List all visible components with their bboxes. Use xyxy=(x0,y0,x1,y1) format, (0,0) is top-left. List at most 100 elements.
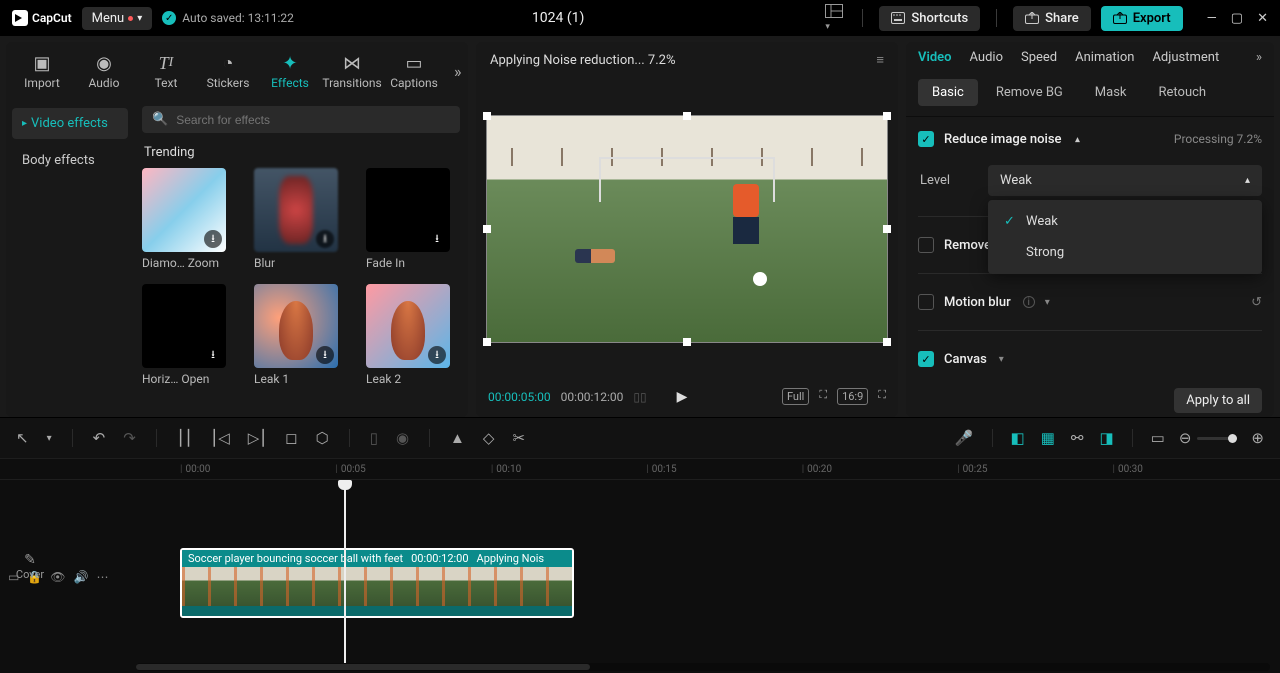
shortcuts-button[interactable]: Shortcuts xyxy=(879,6,980,31)
cover-button[interactable]: Cover xyxy=(10,552,50,581)
subtab-basic[interactable]: Basic xyxy=(918,79,978,106)
speaker-icon[interactable]: 🔊 xyxy=(74,570,89,584)
maximize-button[interactable]: ▢ xyxy=(1231,11,1243,26)
zoom-fit-icon[interactable]: ⊕ xyxy=(1249,427,1266,449)
rotate-tool[interactable]: ◇ xyxy=(481,427,497,449)
zoom-out-icon[interactable]: ⊖ xyxy=(1179,429,1192,447)
download-icon[interactable]: ⭳ xyxy=(204,230,222,248)
subtab-mask[interactable]: Mask xyxy=(1081,79,1141,106)
level-dropdown[interactable]: Weak ▴ ✓ Weak Strong xyxy=(988,165,1262,196)
collapse-icon[interactable]: ▾ xyxy=(1075,134,1080,145)
marker-tool[interactable]: ⬡ xyxy=(314,427,331,449)
zoom-slider[interactable]: ⊖ xyxy=(1179,429,1238,447)
undo-button[interactable]: ↶ xyxy=(91,427,108,449)
crop-tool[interactable]: ◻ xyxy=(283,427,299,449)
inspector-expand-icon[interactable]: » xyxy=(1256,50,1262,65)
subtab-retouch[interactable]: Retouch xyxy=(1145,79,1221,106)
motion-blur-checkbox[interactable] xyxy=(918,294,934,310)
compare-icon[interactable]: ▯▯ xyxy=(633,390,646,404)
subtab-remove-bg[interactable]: Remove BG xyxy=(982,79,1077,106)
layout-icon[interactable]: ▾ xyxy=(822,1,846,36)
apply-to-all-button[interactable]: Apply to all xyxy=(1174,388,1262,413)
fullscreen-icon[interactable]: ⛶ xyxy=(878,388,886,405)
download-icon[interactable]: ⭳ xyxy=(204,346,222,364)
speed-tool[interactable]: ◉ xyxy=(394,427,411,449)
effect-leak-1[interactable]: ⭳ Leak 1 xyxy=(254,284,348,386)
titlebar: CapCut Menu ▾ ✓ Auto saved: 13:11:22 102… xyxy=(0,0,1280,36)
effect-horiz-open[interactable]: ⭳ Horiz… Open xyxy=(142,284,236,386)
search-field[interactable] xyxy=(176,113,450,127)
ratio-button[interactable]: 16:9 xyxy=(837,388,868,405)
pointer-dropdown[interactable]: ▾ xyxy=(45,431,54,446)
media-tab-stickers[interactable]: ◔Stickers xyxy=(200,48,256,94)
preview-menu-icon[interactable]: ≡ xyxy=(876,52,884,68)
track-toggle-icon[interactable]: ▭ xyxy=(1149,427,1167,449)
split-tool[interactable]: ⎮⎮ xyxy=(175,427,195,449)
itab-speed[interactable]: Speed xyxy=(1021,50,1057,65)
level-option-weak[interactable]: ✓ Weak xyxy=(994,206,1256,237)
info-icon[interactable]: i xyxy=(1023,296,1035,308)
sidebar-item-body-effects[interactable]: Body effects xyxy=(12,145,128,176)
sidebar-item-video-effects[interactable]: Video effects xyxy=(12,108,128,139)
frame-tool[interactable]: ▯ xyxy=(368,427,380,449)
chevron-down-icon[interactable]: ▾ xyxy=(1045,297,1050,308)
minimize-button[interactable]: — xyxy=(1207,11,1217,26)
magnet-left-icon[interactable]: ◧ xyxy=(1009,427,1027,449)
crop2-tool[interactable]: ✂ xyxy=(510,427,527,449)
effect-diamond-zoom[interactable]: ⭳ Diamo… Zoom xyxy=(142,168,236,270)
reduce-noise-checkbox[interactable]: ✓ xyxy=(918,131,934,147)
expand-tabs-icon[interactable]: » xyxy=(448,62,468,81)
media-tab-effects[interactable]: ✦Effects xyxy=(262,48,318,94)
video-clip[interactable]: Soccer player bouncing soccer ball with … xyxy=(180,548,574,618)
media-tab-text[interactable]: TIText xyxy=(138,48,194,94)
timeline-ruler[interactable]: 00:00 00:05 00:10 00:15 00:20 00:25 00:3… xyxy=(0,458,1280,480)
itab-adjustment[interactable]: Adjustment xyxy=(1152,50,1219,65)
share-button[interactable]: Share xyxy=(1013,6,1091,31)
media-tab-captions[interactable]: ▭Captions xyxy=(386,48,442,94)
itab-audio[interactable]: Audio xyxy=(970,50,1003,65)
download-icon[interactable]: ⭳ xyxy=(316,346,334,364)
itab-video[interactable]: Video xyxy=(918,50,952,65)
chevron-down-icon[interactable]: ▾ xyxy=(999,354,1004,365)
frame-icon[interactable]: ⛶ xyxy=(819,388,827,405)
download-icon[interactable]: ⭳ xyxy=(428,230,446,248)
check-icon: ✓ xyxy=(162,11,176,25)
download-icon[interactable]: ⭳ xyxy=(428,346,446,364)
timeline-tracks[interactable]: Cover Soccer player bouncing soccer ball… xyxy=(136,480,1280,673)
timeline-area: ↖ ▾ ↶ ↷ ⎮⎮ ⎮◁ ▷⎮ ◻ ⬡ ▯ ◉ ▲ ◇ ✂ 🎤 ◧ ▦ ⚯ ◨… xyxy=(0,417,1280,673)
video-preview[interactable] xyxy=(486,115,888,343)
magnet-center-icon[interactable]: ▦ xyxy=(1039,427,1057,449)
level-option-strong[interactable]: Strong xyxy=(994,237,1256,268)
effect-leak-2[interactable]: ⭳ Leak 2 xyxy=(366,284,460,386)
redo-button[interactable]: ↷ xyxy=(121,427,138,449)
menu-button[interactable]: Menu ▾ xyxy=(82,7,153,30)
mic-icon[interactable]: 🎤 xyxy=(953,427,976,449)
effect-fade-in[interactable]: ⭳ Fade In xyxy=(366,168,460,270)
pointer-tool[interactable]: ↖ xyxy=(14,427,31,449)
trim-right-tool[interactable]: ▷⎮ xyxy=(246,427,269,449)
eye-icon[interactable]: 👁 xyxy=(50,570,65,584)
magnet-right-icon[interactable]: ◨ xyxy=(1097,427,1115,449)
export-button[interactable]: Export xyxy=(1101,6,1183,31)
media-tab-transitions[interactable]: ⋈Transitions xyxy=(324,48,380,94)
canvas-checkbox[interactable]: ✓ xyxy=(918,351,934,367)
captions-icon: ▭ xyxy=(405,52,422,74)
media-tab-audio[interactable]: ◉Audio xyxy=(76,48,132,94)
remove-flicker-checkbox[interactable] xyxy=(918,237,934,253)
trim-left-tool[interactable]: ⎮◁ xyxy=(208,427,231,449)
play-button[interactable]: ▶ xyxy=(677,389,688,405)
more-icon[interactable]: ⋯ xyxy=(96,570,108,584)
horizontal-scrollbar[interactable] xyxy=(136,663,1270,671)
link-icon[interactable]: ⚯ xyxy=(1069,427,1086,449)
media-panel: ▣Import ◉Audio TIText ◔Stickers ✦Effects… xyxy=(6,42,468,417)
media-tab-import[interactable]: ▣Import xyxy=(14,48,70,94)
effect-blur[interactable]: ⭳ Blur xyxy=(254,168,348,270)
close-button[interactable]: ✕ xyxy=(1257,11,1268,26)
full-button[interactable]: Full xyxy=(782,388,809,405)
download-icon[interactable]: ⭳ xyxy=(316,230,334,248)
mirror-tool[interactable]: ▲ xyxy=(448,427,467,449)
itab-animation[interactable]: Animation xyxy=(1075,50,1134,65)
search-input[interactable]: 🔍 xyxy=(142,106,460,133)
reset-icon[interactable]: ↺ xyxy=(1251,295,1262,310)
level-dropdown-menu: ✓ Weak Strong xyxy=(988,200,1262,274)
